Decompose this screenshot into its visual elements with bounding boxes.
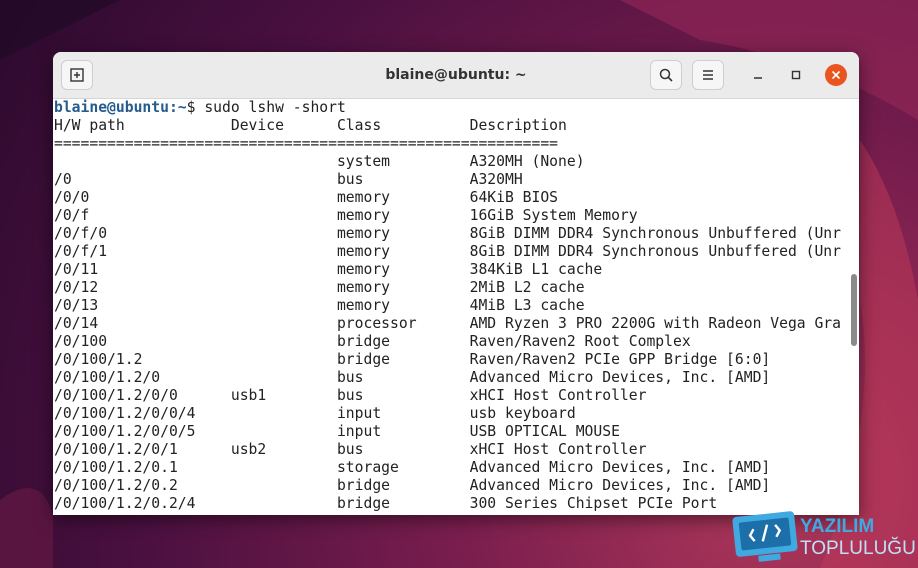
table-row: /0/0 memory 64KiB BIOS (54, 189, 559, 206)
table-row: /0/100/1.2/0/0/5 input USB OPTICAL MOUSE (54, 423, 620, 440)
watermark-line2: TOPLULUĞU (800, 537, 916, 559)
table-row: /0/100/1.2/0.1 storage Advanced Micro De… (54, 459, 771, 476)
table-row: /0 bus A320MH (54, 171, 523, 188)
table-row: /0/12 memory 2MiB L2 cache (54, 279, 585, 296)
table-row: /0/14 processor AMD Ryzen 3 PRO 2200G wi… (54, 315, 841, 332)
table-row: /0/100/1.2/0/0/4 input usb keyboard (54, 405, 576, 422)
table-row: /0/100/1.2/0.2 bridge Advanced Micro Dev… (54, 477, 771, 494)
table-separator: ========================================… (54, 135, 559, 152)
title-bar: blaine@ubuntu: ~ (53, 52, 859, 99)
table-row: system A320MH (None) (54, 153, 585, 170)
table-row: /0/100/1.2/0/0 usb1 bus xHCI Host Contro… (54, 387, 647, 404)
close-icon (831, 70, 841, 80)
table-row: /0/f/0 memory 8GiB DIMM DDR4 Synchronous… (54, 225, 841, 242)
close-button[interactable] (825, 64, 847, 86)
search-button[interactable] (650, 60, 682, 90)
minimize-icon (754, 77, 762, 79)
table-row: /0/100/1.2/0/1 usb2 bus xHCI Host Contro… (54, 441, 647, 458)
monitor-icon (732, 511, 798, 562)
table-row: /0/100 bridge Raven/Raven2 Root Complex (54, 333, 691, 350)
prompt-line: blaine@ubuntu:~$ sudo lshw -short (54, 99, 847, 117)
table-row: /0/100/1.2/0 bus Advanced Micro Devices,… (54, 369, 771, 386)
terminal-output[interactable]: blaine@ubuntu:~$ sudo lshw -short H/W pa… (53, 99, 847, 515)
window-title: blaine@ubuntu: ~ (385, 67, 527, 83)
table-header: H/W path Device Class Description (54, 117, 567, 134)
table-row: /0/f memory 16GiB System Memory (54, 207, 638, 224)
table-row: /0/f/1 memory 8GiB DIMM DDR4 Synchronous… (54, 243, 841, 260)
maximize-button[interactable] (786, 65, 806, 85)
command-text: sudo lshw -short (204, 99, 346, 116)
prompt-user: blaine@ubuntu (54, 99, 169, 116)
prompt-path: :~ (168, 99, 187, 116)
watermark-logo: YAZILIM TOPLULUĞU (732, 511, 916, 562)
menu-button[interactable] (692, 60, 724, 90)
scrollbar-thumb[interactable] (851, 274, 857, 346)
search-icon (659, 68, 673, 82)
minimize-button[interactable] (748, 65, 768, 85)
prompt-symbol: $ (186, 99, 205, 116)
watermark-line1: YAZILIM (800, 516, 874, 537)
terminal-window: blaine@ubuntu: ~ blaine@ubuntu:~$ sudo l… (53, 52, 859, 515)
table-row: /0/100/1.2 bridge Raven/Raven2 PCIe GPP … (54, 351, 771, 368)
table-row: /0/11 memory 384KiB L1 cache (54, 261, 603, 278)
hamburger-menu-icon (703, 70, 713, 80)
table-row: /0/13 memory 4MiB L3 cache (54, 297, 585, 314)
maximize-icon (791, 70, 801, 80)
